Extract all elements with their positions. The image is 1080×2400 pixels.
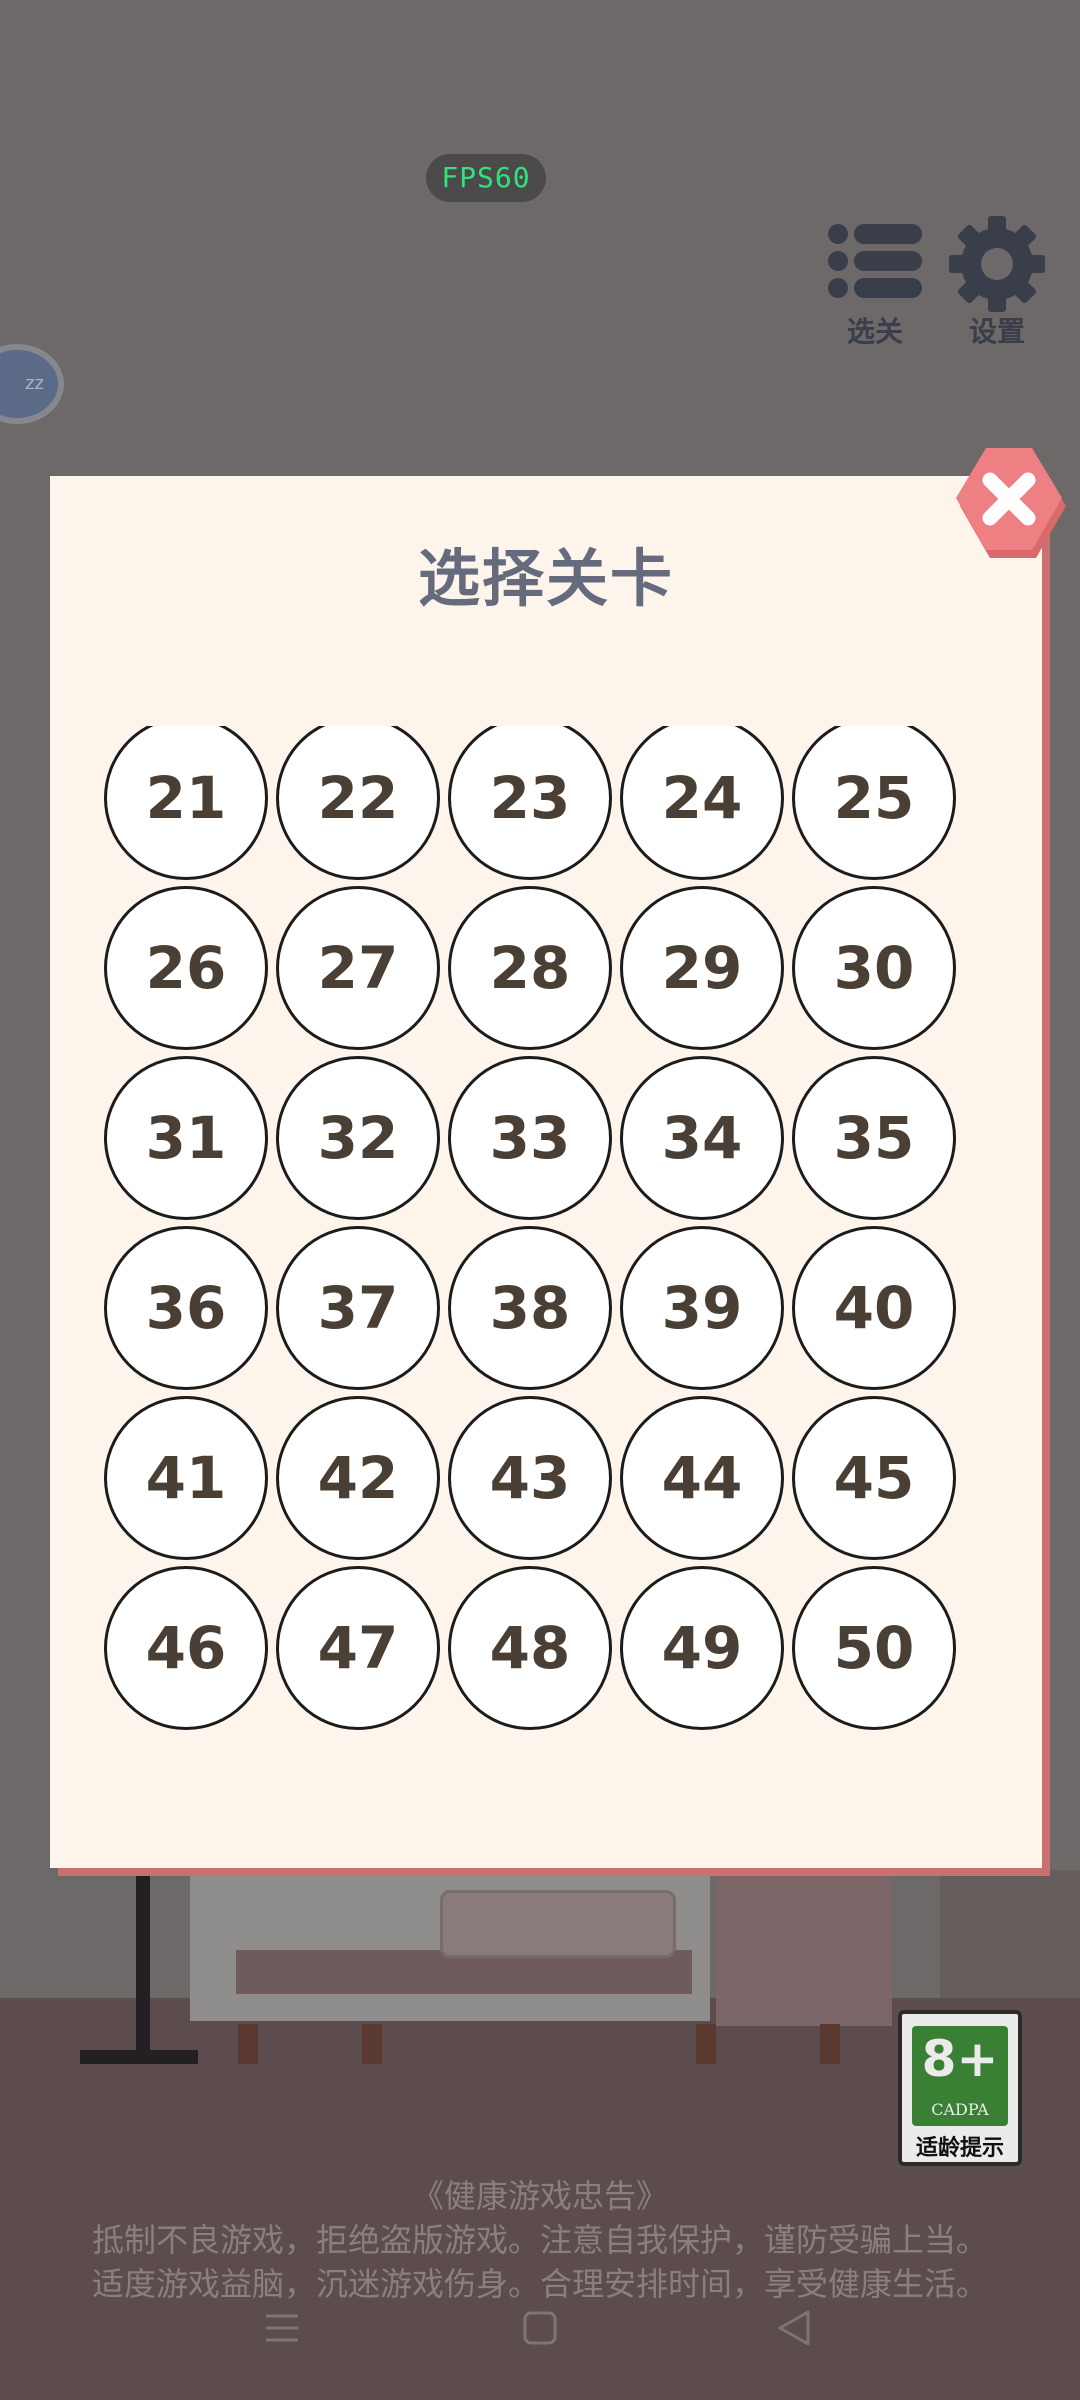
level-button-50[interactable]: 50 <box>792 1566 956 1730</box>
level-button-39[interactable]: 39 <box>620 1226 784 1390</box>
sleep-badge-text: zz <box>25 373 44 394</box>
health-notice: 《健康游戏忠告》 抵制不良游戏，拒绝盗版游戏。注意自我保护，谨防受骗上当。 适度… <box>0 2174 1080 2306</box>
health-notice-line-1: 抵制不良游戏，拒绝盗版游戏。注意自我保护，谨防受骗上当。 <box>91 2221 988 2259</box>
sofa-leg <box>820 2024 840 2064</box>
level-button-45[interactable]: 45 <box>792 1396 956 1560</box>
health-notice-title: 《健康游戏忠告》 <box>411 2177 668 2215</box>
settings-label: 设置 <box>968 315 1025 348</box>
settings-button[interactable]: 设置 <box>942 216 1052 348</box>
level-button-43[interactable]: 43 <box>448 1396 612 1560</box>
level-button-30[interactable]: 30 <box>792 886 956 1050</box>
sofa-cushion <box>440 1890 676 1958</box>
level-button-38[interactable]: 38 <box>448 1226 612 1390</box>
dialog-title: 选择关卡 <box>417 542 674 615</box>
age-rating-overlay <box>902 2014 1018 2162</box>
sofa-leg <box>238 2024 258 2064</box>
gear-icon <box>949 216 1045 312</box>
sleep-badge[interactable]: zz <box>0 344 64 424</box>
health-notice-line-2: 适度游戏益脑，沉迷游戏伤身。合理安排时间，享受健康生活。 <box>91 2265 988 2303</box>
level-button-35[interactable]: 35 <box>792 1056 956 1220</box>
level-button-25[interactable]: 25 <box>792 726 956 880</box>
level-button-33[interactable]: 33 <box>448 1056 612 1220</box>
level-button-34[interactable]: 34 <box>620 1056 784 1220</box>
floor-lamp-base <box>80 2050 198 2064</box>
level-button-36[interactable]: 36 <box>104 1226 268 1390</box>
level-button-48[interactable]: 48 <box>448 1566 612 1730</box>
level-select-button[interactable]: 选关 <box>820 216 930 348</box>
level-button-26[interactable]: 26 <box>104 886 268 1050</box>
fps-counter: FPS60 <box>426 154 546 202</box>
level-button-21[interactable]: 21 <box>104 726 268 880</box>
floor-lamp-pole <box>136 1866 150 2056</box>
back-nav-icon[interactable] <box>774 2308 814 2348</box>
list-icon <box>828 224 922 298</box>
level-select-label: 选关 <box>846 315 903 348</box>
background-wall-shadow <box>940 1870 1080 1998</box>
level-grid: 21 22 23 24 25 26 27 28 29 30 31 32 33 34 35 36 37 38 39 40… <box>104 726 964 1730</box>
level-button-27[interactable]: 27 <box>276 886 440 1050</box>
level-select-dialog: 选择关卡 21 22 23 24 25 26 27 28 29 30 31 32 33 34 35 36 37 3… <box>50 476 1042 1868</box>
menu-nav-icon[interactable] <box>262 2308 302 2348</box>
close-icon[interactable] <box>950 444 1068 562</box>
level-button-22[interactable]: 22 <box>276 726 440 880</box>
level-button-32[interactable]: 32 <box>276 1056 440 1220</box>
level-button-31[interactable]: 31 <box>104 1056 268 1220</box>
level-button-42[interactable]: 42 <box>276 1396 440 1560</box>
level-button-46[interactable]: 46 <box>104 1566 268 1730</box>
cabinet <box>716 1866 892 2026</box>
home-nav-icon[interactable] <box>520 2308 560 2348</box>
level-button-47[interactable]: 47 <box>276 1566 440 1730</box>
level-button-28[interactable]: 28 <box>448 886 612 1050</box>
level-grid-viewport[interactable]: 21 22 23 24 25 26 27 28 29 30 31 32 33 34 35 36 37 38 39 40… <box>50 726 1042 1776</box>
level-button-49[interactable]: 49 <box>620 1566 784 1730</box>
level-button-37[interactable]: 37 <box>276 1226 440 1390</box>
level-button-41[interactable]: 41 <box>104 1396 268 1560</box>
level-button-40[interactable]: 40 <box>792 1226 956 1390</box>
level-button-24[interactable]: 24 <box>620 726 784 880</box>
level-button-29[interactable]: 29 <box>620 886 784 1050</box>
level-button-44[interactable]: 44 <box>620 1396 784 1560</box>
age-rating-badge: 8+ CADPA 适龄提示 <box>898 2010 1022 2166</box>
sofa-leg <box>696 2024 716 2064</box>
sofa-leg <box>362 2024 382 2064</box>
level-button-23[interactable]: 23 <box>448 726 612 880</box>
